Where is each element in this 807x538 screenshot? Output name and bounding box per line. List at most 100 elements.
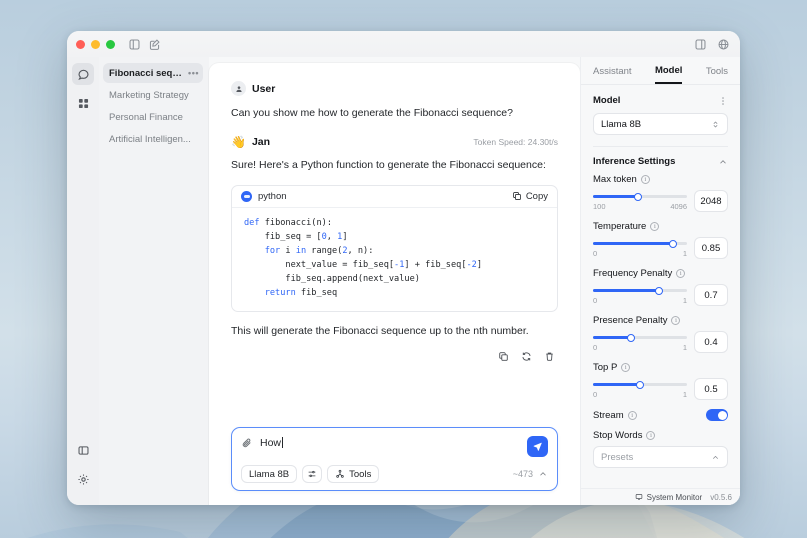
- paperclip-icon[interactable]: [241, 436, 253, 449]
- composer-container: How Llama 8B: [209, 427, 580, 505]
- field-value[interactable]: 0.7: [694, 284, 728, 306]
- slider-fill: [593, 289, 659, 292]
- field-value[interactable]: 0.85: [694, 237, 728, 259]
- conversation-title: Marketing Strategy: [109, 90, 199, 101]
- message-composer[interactable]: How Llama 8B: [231, 427, 558, 491]
- stream-toggle[interactable]: [706, 409, 728, 421]
- composer-input[interactable]: How: [260, 437, 281, 449]
- close-button[interactable]: [76, 40, 85, 49]
- settings-panel: Assistant Model Tools Model Llama 8B: [580, 57, 740, 505]
- conversation-menu-icon[interactable]: •••: [188, 69, 199, 78]
- tab-assistant[interactable]: Assistant: [593, 66, 632, 83]
- slider-min: 0: [593, 343, 597, 352]
- chevron-up-icon[interactable]: [718, 157, 728, 167]
- message-closing-text: This will generate the Fibonacci sequenc…: [231, 323, 558, 339]
- panel-toggle-icon: [77, 444, 90, 457]
- token-speed-label: Token Speed: 24.30t/s: [473, 137, 558, 147]
- rail-item-chat[interactable]: [72, 63, 94, 85]
- rail-item-apps[interactable]: [72, 92, 94, 114]
- field-value[interactable]: 0.4: [694, 331, 728, 353]
- token-count: ~473: [513, 469, 533, 479]
- field-label: Stop Words: [593, 430, 642, 441]
- maximize-button[interactable]: [106, 40, 115, 49]
- title-bar: [67, 31, 740, 57]
- copy-label: Copy: [526, 191, 548, 202]
- info-icon[interactable]: i: [646, 431, 655, 440]
- slider-track[interactable]: [593, 383, 687, 386]
- monitor-icon: [635, 493, 643, 501]
- slider-knob[interactable]: [636, 381, 644, 389]
- slider-knob[interactable]: [634, 193, 642, 201]
- field-frequency-penalty: Frequency Penaltyi 01 0.7: [593, 268, 728, 306]
- conversation-item-0[interactable]: Fibonacci sequ... •••: [103, 63, 203, 83]
- system-monitor-button[interactable]: System Monitor: [635, 493, 703, 502]
- info-icon[interactable]: i: [641, 175, 650, 184]
- field-presence-penalty: Presence Penaltyi 01 0.4: [593, 315, 728, 353]
- slider-fill: [593, 242, 673, 245]
- tab-model[interactable]: Model: [655, 65, 682, 84]
- copy-code-button[interactable]: Copy: [512, 191, 548, 202]
- gear-icon: [77, 473, 90, 486]
- field-max-token: Max tokeni 1004096 2048: [593, 174, 728, 212]
- info-icon[interactable]: i: [621, 363, 630, 372]
- model-chip[interactable]: Llama 8B: [241, 465, 297, 483]
- info-icon[interactable]: i: [628, 411, 637, 420]
- slider-fill: [593, 383, 640, 386]
- slider-track[interactable]: [593, 242, 687, 245]
- chevron-updown-icon: [711, 120, 720, 129]
- divider: [593, 146, 728, 147]
- conversation-title: Artificial Intelligen...: [109, 134, 199, 145]
- model-settings-button[interactable]: [302, 465, 322, 483]
- message-text: Can you show me how to generate the Fibo…: [231, 105, 558, 121]
- tab-tools[interactable]: Tools: [706, 66, 728, 83]
- model-select-value: Llama 8B: [601, 119, 711, 130]
- field-label: Presence Penalty: [593, 315, 667, 326]
- field-label: Temperature: [593, 221, 646, 232]
- slider-min: 0: [593, 390, 597, 399]
- user-icon: [231, 81, 246, 96]
- info-icon[interactable]: i: [650, 222, 659, 231]
- code-language-label: python: [258, 191, 287, 202]
- chat-area: User Can you show me how to generate the…: [209, 63, 580, 505]
- conversation-item-2[interactable]: Personal Finance: [103, 107, 203, 127]
- compose-icon[interactable]: [148, 38, 161, 51]
- field-value[interactable]: 0.5: [694, 378, 728, 400]
- expand-composer-button[interactable]: [538, 469, 548, 479]
- delete-message-button[interactable]: [541, 348, 558, 365]
- copy-message-button[interactable]: [495, 348, 512, 365]
- field-label: Top P: [593, 362, 617, 373]
- panel-left-icon[interactable]: [128, 38, 141, 51]
- conversation-item-3[interactable]: Artificial Intelligen...: [103, 129, 203, 149]
- slider-fill: [593, 336, 631, 339]
- model-select[interactable]: Llama 8B: [593, 113, 728, 135]
- field-value[interactable]: 2048: [694, 190, 728, 212]
- model-chip-label: Llama 8B: [249, 469, 289, 480]
- code-block: python Copy def fibonacci(n): fib_seq = …: [231, 185, 558, 312]
- message-author: User: [252, 83, 275, 95]
- slider-knob[interactable]: [627, 334, 635, 342]
- field-top-p: Top Pi 01 0.5: [593, 362, 728, 400]
- send-button[interactable]: [527, 436, 548, 457]
- rail-item-settings[interactable]: [72, 468, 94, 490]
- regenerate-button[interactable]: [518, 348, 535, 365]
- kebab-menu-icon[interactable]: [718, 96, 728, 106]
- presets-select[interactable]: Presets: [593, 446, 728, 468]
- slider-knob[interactable]: [669, 240, 677, 248]
- slider-track[interactable]: [593, 195, 687, 198]
- tools-label: Tools: [349, 469, 371, 480]
- info-icon[interactable]: i: [671, 316, 680, 325]
- slider-track[interactable]: [593, 289, 687, 292]
- composer-input-wrapper[interactable]: How: [260, 436, 520, 451]
- minimize-button[interactable]: [91, 40, 100, 49]
- info-icon[interactable]: i: [676, 269, 685, 278]
- tools-button[interactable]: Tools: [327, 465, 379, 483]
- message-user: User Can you show me how to generate the…: [231, 81, 558, 121]
- rail-item-panel-toggle[interactable]: [72, 439, 94, 461]
- slider-knob[interactable]: [655, 287, 663, 295]
- slider-track[interactable]: [593, 336, 687, 339]
- globe-icon[interactable]: [717, 38, 730, 51]
- panel-right-icon[interactable]: [694, 38, 707, 51]
- window-controls[interactable]: [76, 40, 115, 49]
- conversation-item-1[interactable]: Marketing Strategy: [103, 85, 203, 105]
- icon-rail: [67, 57, 99, 505]
